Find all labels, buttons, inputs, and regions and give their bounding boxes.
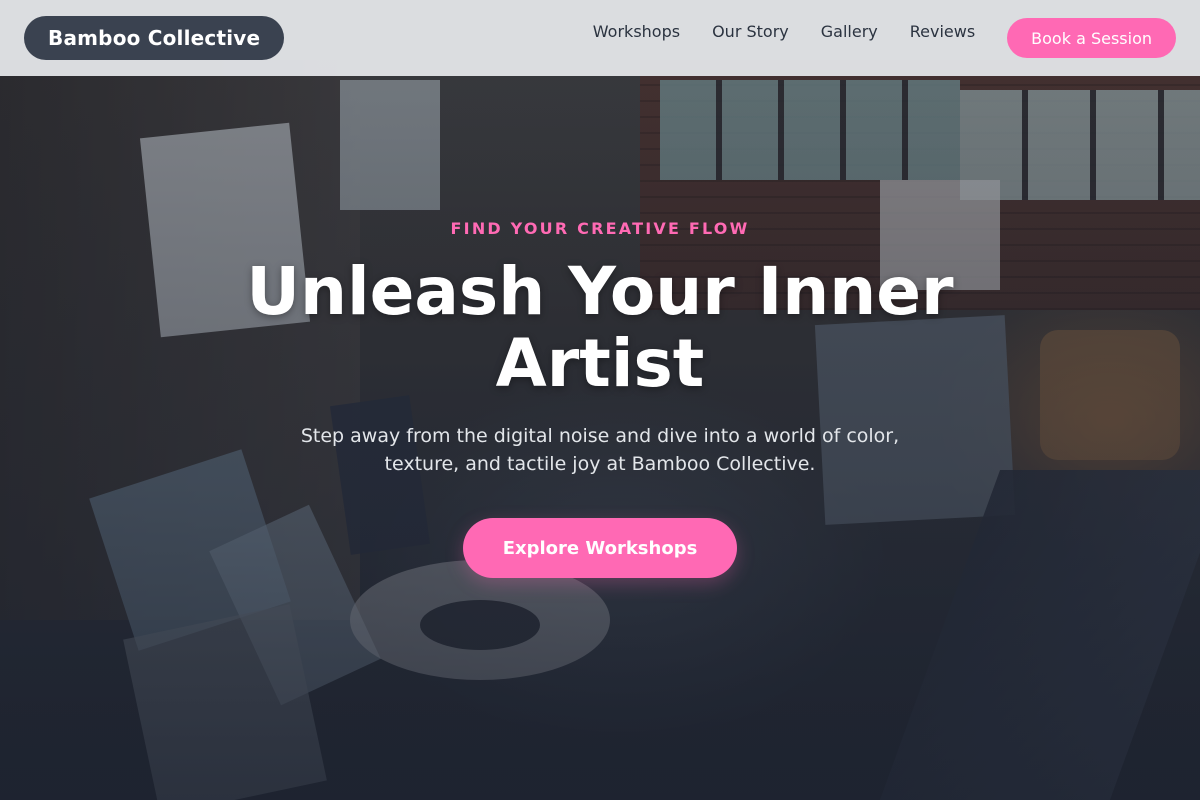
nav-link-workshops[interactable]: Workshops: [593, 22, 680, 41]
hero-eyebrow: FIND YOUR CREATIVE FLOW: [450, 219, 750, 238]
hero-subtitle: Step away from the digital noise and div…: [300, 425, 900, 475]
landing-page: Bamboo Collective Workshops Our Story Ga…: [0, 0, 1200, 800]
hero-section: FIND YOUR CREATIVE FLOW Unleash Your Inn…: [0, 218, 1200, 578]
explore-workshops-button[interactable]: Explore Workshops: [463, 518, 737, 578]
brand-logo[interactable]: Bamboo Collective: [24, 16, 285, 60]
nav-link-our-story[interactable]: Our Story: [712, 22, 789, 41]
site-header: Bamboo Collective Workshops Our Story Ga…: [0, 0, 1200, 76]
main-nav: Workshops Our Story Gallery Reviews Book…: [593, 18, 1176, 58]
hero-title: Unleash Your Inner Artist: [246, 253, 954, 402]
nav-link-gallery[interactable]: Gallery: [821, 22, 878, 41]
book-session-button[interactable]: Book a Session: [1007, 18, 1176, 58]
nav-link-reviews[interactable]: Reviews: [910, 22, 975, 41]
